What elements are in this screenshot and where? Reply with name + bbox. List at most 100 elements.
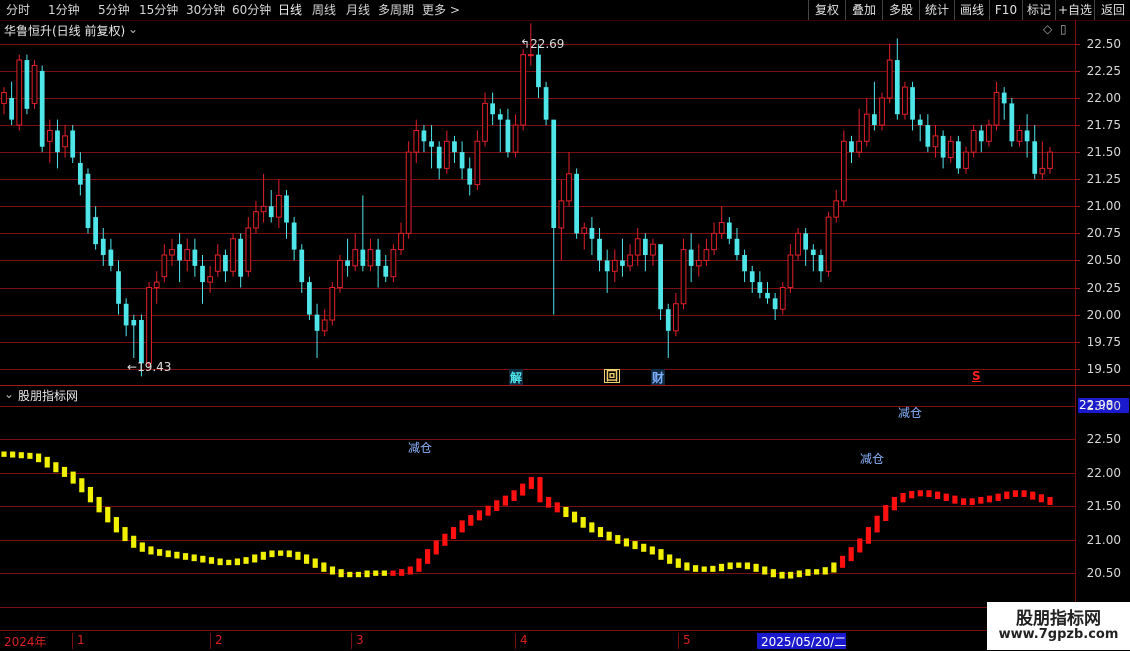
candle-down: [299, 249, 305, 283]
indicator-bar: [943, 493, 949, 501]
candle-up: [902, 86, 908, 115]
indicator-bar: [70, 471, 76, 484]
marker-cai[interactable]: 财: [651, 369, 666, 386]
indicator-bar: [520, 483, 526, 496]
period-tab-60min[interactable]: 60分钟: [232, 0, 271, 20]
candle-up: [856, 140, 862, 153]
period-tab-15min[interactable]: 15分钟: [139, 0, 178, 20]
indicator-bar: [87, 486, 94, 503]
period-tab-timeshare[interactable]: 分时: [6, 0, 30, 20]
candle-up: [390, 249, 397, 278]
indicator-scale-label: 20.50: [1086, 566, 1121, 581]
marker-s[interactable]: S: [972, 369, 981, 383]
candle-down: [70, 130, 76, 158]
price-scale-tick: [1076, 233, 1080, 235]
indicator-bar: [718, 563, 725, 572]
indicator-bar: [1, 451, 7, 457]
f10-button[interactable]: F10: [989, 0, 1022, 20]
indicator-bar: [234, 558, 240, 566]
candle-down: [123, 303, 129, 326]
draw-button[interactable]: 画线: [954, 0, 989, 20]
watermark: 股朋指标网 www.7gpzb.com: [987, 602, 1130, 650]
indicator-bar: [744, 562, 751, 570]
period-tab-weekly[interactable]: 周线: [312, 0, 336, 20]
add-watchlist-button[interactable]: +自选: [1055, 0, 1094, 20]
candle-down: [345, 260, 350, 266]
candle-down: [100, 238, 106, 256]
indicator-bar: [788, 571, 794, 579]
indicator-bar: [935, 491, 941, 499]
candle-up: [31, 64, 38, 104]
indicator-bar: [278, 550, 284, 556]
indicator-bar: [364, 570, 370, 578]
price-scale-tick: [1076, 70, 1080, 72]
candle-up: [634, 238, 641, 256]
candle-down: [772, 298, 778, 310]
candle-down: [116, 271, 121, 304]
back-button[interactable]: 返回: [1094, 0, 1130, 20]
time-label: 3: [351, 633, 364, 649]
indicator-bar: [260, 551, 266, 560]
indicator-bar: [1004, 491, 1010, 499]
candle-up: [863, 113, 870, 142]
candle-down: [429, 141, 434, 147]
candle-up: [405, 151, 412, 234]
indicator-bar: [554, 502, 560, 513]
indicator-bar: [926, 490, 932, 497]
period-tab-monthly[interactable]: 月线: [346, 0, 370, 20]
candle-down: [383, 265, 389, 277]
indicator-bar: [960, 498, 967, 505]
indicator-bar: [373, 570, 379, 576]
candle-up: [474, 140, 481, 186]
candle-down: [459, 152, 465, 169]
overlay-button[interactable]: 叠加: [845, 0, 882, 20]
indicator-bar: [684, 562, 690, 571]
indicator-scale-label: 22.00: [1086, 465, 1121, 480]
candle-up: [993, 92, 1000, 126]
candle-up: [558, 200, 565, 229]
indicator-bar: [355, 571, 362, 578]
candle-down: [917, 119, 923, 126]
indicator-bar: [269, 550, 275, 558]
multi-stock-button[interactable]: 多股: [882, 0, 919, 20]
candle-up: [62, 135, 68, 148]
candle-up: [329, 287, 336, 321]
period-tab-daily[interactable]: 日线: [278, 0, 302, 20]
low-arrow-icon: ←: [127, 360, 138, 374]
indicator-bar: [329, 566, 336, 575]
marker-hui[interactable]: 回: [604, 369, 621, 383]
indicator-bar: [995, 493, 1001, 501]
indicator-bar: [450, 527, 457, 540]
indicator-bar: [986, 495, 993, 503]
candle-up: [245, 227, 252, 272]
candle-up: [16, 59, 23, 126]
indicator-bar: [528, 476, 534, 489]
candle-down: [192, 249, 198, 266]
candle-down: [268, 206, 274, 218]
period-tab-5min[interactable]: 5分钟: [98, 0, 130, 20]
indicator-bar: [831, 562, 837, 573]
panel-toggle-icon[interactable]: ▯: [1060, 22, 1067, 36]
candle-down: [1032, 141, 1038, 174]
period-tab-1min[interactable]: 1分钟: [48, 0, 80, 20]
indicator-bar: [174, 551, 180, 559]
stats-button[interactable]: 统计: [919, 0, 954, 20]
candle-down: [742, 255, 747, 272]
period-tab-more[interactable]: 更多 >: [422, 0, 460, 20]
mark-button[interactable]: 标记: [1022, 0, 1055, 20]
indicator-bar: [1012, 490, 1019, 497]
indicator-bar: [303, 554, 310, 564]
period-tab-30min[interactable]: 30分钟: [186, 0, 225, 20]
period-tab-multi[interactable]: 多周期: [378, 0, 414, 20]
indicator-bar: [18, 452, 24, 459]
candle-down: [77, 162, 83, 185]
indicator-bar: [96, 496, 102, 513]
candle-down: [765, 292, 770, 299]
adjust-button[interactable]: 复权: [808, 0, 845, 20]
marker-jie[interactable]: 解: [509, 369, 524, 386]
price-scale-label: 21.25: [1086, 172, 1121, 187]
diamond-icon[interactable]: ◇: [1043, 22, 1052, 36]
candle-down: [1009, 103, 1015, 142]
price-scale-label: 20.50: [1086, 253, 1121, 268]
candle-up: [566, 173, 572, 202]
